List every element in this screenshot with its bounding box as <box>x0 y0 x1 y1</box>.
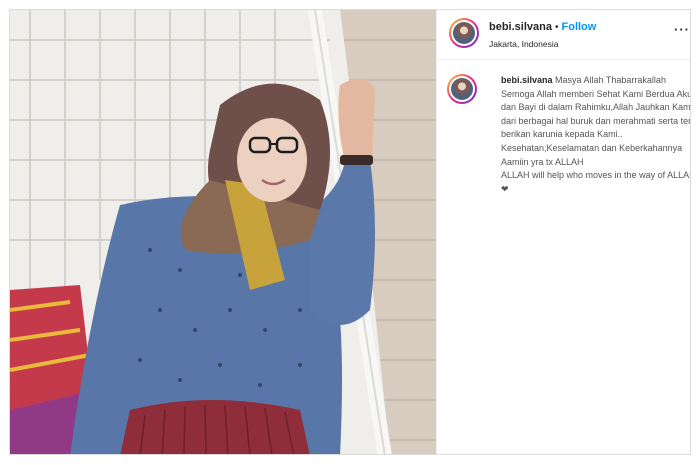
caption-text-block: bebi.silvana Masya Allah Thabarrakallah … <box>501 74 691 196</box>
caption-text: Masya Allah Thabarrakallah Semoga Allah … <box>501 75 691 194</box>
header-user-line: bebi.silvana • Follow <box>489 21 596 33</box>
post-header: bebi.silvana • Follow Jakarta, Indonesia ·… <box>437 10 690 60</box>
caption-comment: bebi.silvana Masya Allah Thabarrakallah … <box>437 60 691 196</box>
more-options-icon[interactable]: ··· <box>674 22 690 37</box>
caption-avatar[interactable] <box>447 74 477 104</box>
separator-dot: • <box>554 22 559 33</box>
location-link[interactable]: Jakarta, Indonesia <box>489 39 558 49</box>
post-container: bebi.silvana • Follow Jakarta, Indonesia ·… <box>9 9 691 455</box>
post-side-panel: bebi.silvana • Follow Jakarta, Indonesia ·… <box>436 10 691 454</box>
caption-username[interactable]: bebi.silvana <box>501 75 553 85</box>
avatar-image <box>453 22 475 44</box>
photo-illustration <box>10 10 436 454</box>
profile-avatar[interactable] <box>449 18 479 48</box>
follow-button[interactable]: Follow <box>562 21 597 33</box>
avatar-image <box>451 78 473 100</box>
username-link[interactable]: bebi.silvana <box>489 21 552 33</box>
post-photo[interactable] <box>10 10 436 454</box>
